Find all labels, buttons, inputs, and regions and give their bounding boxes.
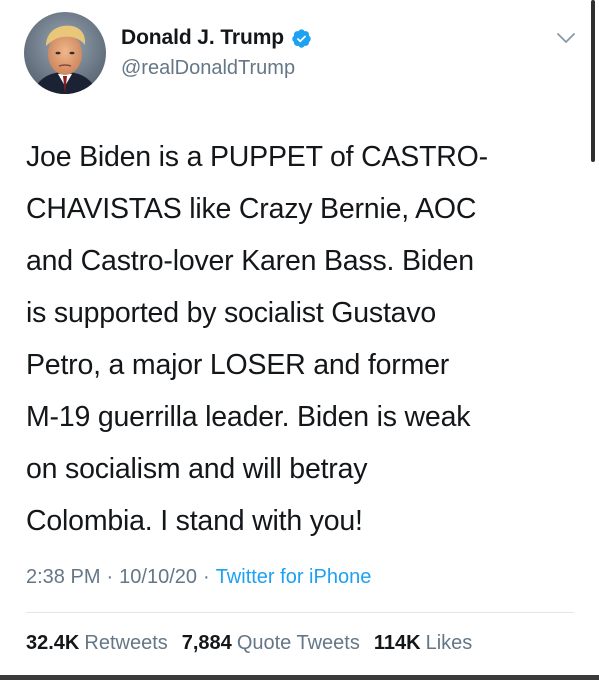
tweet-text-line: M-19 guerrilla leader. Biden is weak [26,401,471,433]
meta-separator: · [203,566,210,588]
author-handle[interactable]: @realDonaldTrump [121,57,295,80]
bottom-edge-bar [0,675,599,680]
tweet-date[interactable]: 10/10/20 [119,566,197,589]
divider [26,612,574,613]
tweet-source-link[interactable]: Twitter for iPhone [216,566,372,589]
retweets-stat[interactable]: 32.4K Retweets [26,632,168,655]
quote-tweets-count: 7,884 [181,632,232,654]
meta-separator: · [106,566,114,588]
likes-stat[interactable]: 114K Likes [374,632,472,655]
tweet-text-line: CHAVISTAS like Crazy Bernie, AOC [26,193,477,225]
scrollbar[interactable] [591,0,595,162]
tweet-stats: 32.4K Retweets 7,884 Quote Tweets 114K Like… [26,632,472,655]
verified-badge-icon [291,28,312,49]
quote-tweets-stat[interactable]: 7,884 Quote Tweets [182,632,360,655]
quote-tweets-label: Quote Tweets [236,632,360,654]
likes-count: 114K [373,632,421,654]
author-name-row: Donald J. Trump [121,26,312,50]
avatar-image [24,12,106,94]
likes-label: Likes [425,632,473,654]
tweet-text-line: Joe Biden is a PUPPET of CASTRO- [26,141,488,173]
retweets-label: Retweets [84,632,168,654]
author-display-name[interactable]: Donald J. Trump [121,26,284,50]
tweet-text-line: Petro, a major LOSER and former [26,349,450,381]
tweet-text-line: and Castro-lover Karen Bass. Biden [26,245,474,277]
tweet-text-line: Colombia. I stand with you! [26,505,363,537]
tweet-card: Donald J. Trump @realDonaldTrump Joe Bid… [0,0,599,680]
tweet-meta: 2:38 PM · 10/10/20 · Twitter for iPhone [26,566,371,589]
avatar[interactable] [24,12,106,94]
tweet-text-line: on socialism and will betray [26,453,368,485]
tweet-text: Joe Biden is a PUPPET of CASTRO- CHAVIST… [26,131,566,547]
retweets-count: 32.4K [26,632,80,654]
tweet-time[interactable]: 2:38 PM [26,566,100,589]
tweet-text-line: is supported by socialist Gustavo [26,297,437,329]
chevron-down-icon[interactable] [556,31,576,45]
